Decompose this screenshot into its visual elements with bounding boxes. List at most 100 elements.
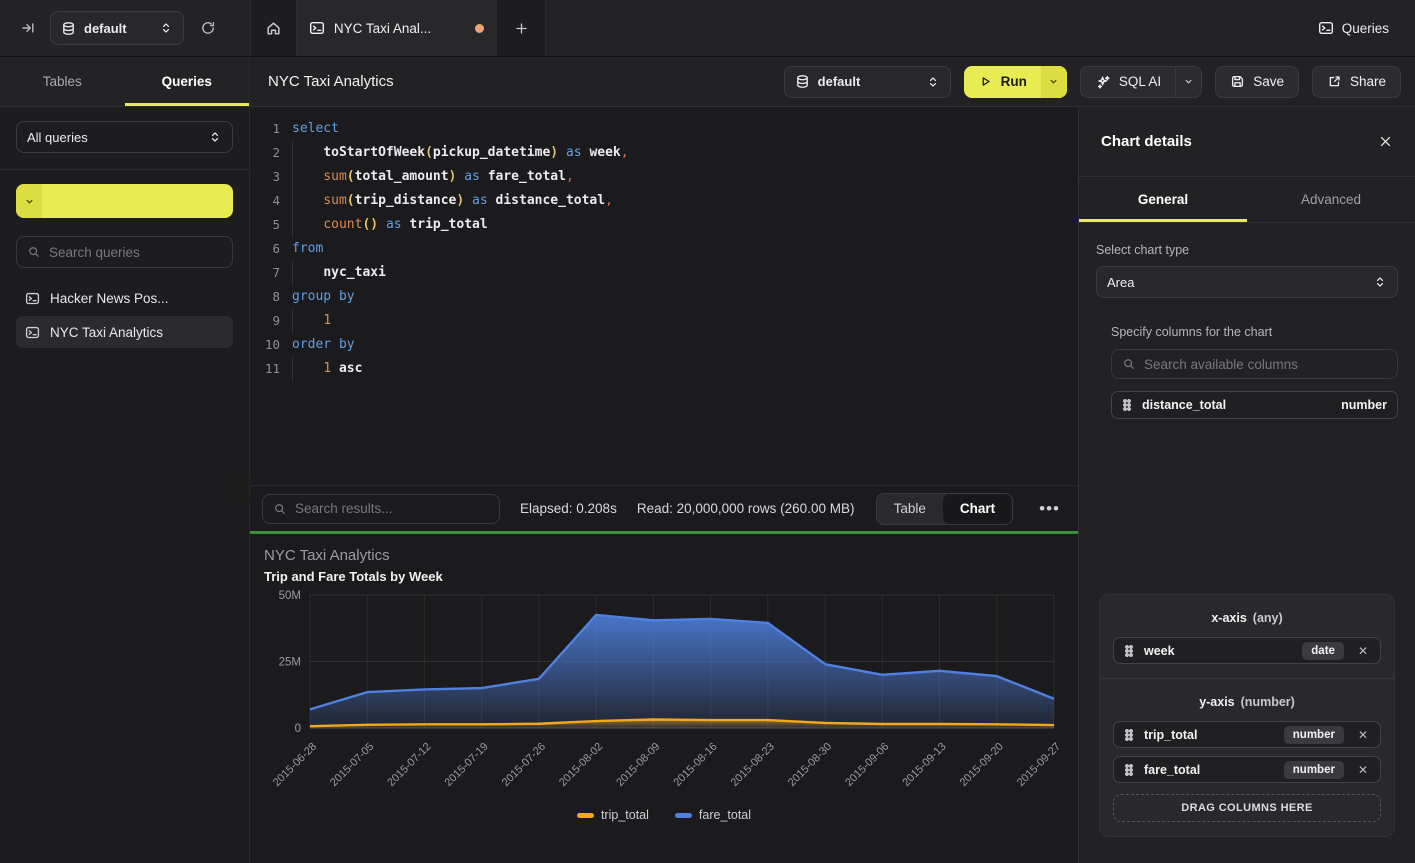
run-database-value: default <box>818 74 918 89</box>
read-stat: Read: 20,000,000 rows (260.00 MB) <box>637 501 855 516</box>
sidebar-tab-queries[interactable]: Queries <box>125 57 250 106</box>
run-menu-button[interactable] <box>1041 66 1067 98</box>
x-tick-label: 2015-07-26 <box>500 741 548 789</box>
chart-panel: NYC Taxi Analytics Trip and Fare Totals … <box>250 534 1078 863</box>
x-tick-label: 2015-08-30 <box>786 741 834 789</box>
available-column-distance-total[interactable]: distance_total number <box>1111 391 1398 419</box>
code-line[interactable]: 4 sum(trip_distance) as distance_total, <box>250 189 1078 213</box>
query-list-item-nyc-taxi[interactable]: NYC Taxi Analytics <box>16 316 233 348</box>
sparkles-icon <box>1095 74 1111 90</box>
search-queries-input[interactable] <box>49 245 222 260</box>
sidebar: Tables Queries All queries New query <box>0 57 250 863</box>
code-line[interactable]: 2 toStartOfWeek(pickup_datetime) as week… <box>250 141 1078 165</box>
code-line[interactable]: 3 sum(total_amount) as fare_total, <box>250 165 1078 189</box>
plus-icon <box>514 21 529 36</box>
sql-ai-button[interactable]: SQL AI <box>1080 66 1202 98</box>
search-columns-input[interactable] <box>1144 357 1387 372</box>
y-axis-heading: y-axis(number) <box>1113 695 1381 709</box>
sql-editor[interactable]: 1select2 toStartOfWeek(pickup_datetime) … <box>250 107 1078 485</box>
run-database-selector[interactable]: default <box>784 66 951 98</box>
code-line[interactable]: 5 count() as trip_total <box>250 213 1078 237</box>
chart-canvas-holder: 025M50M2015-06-282015-07-052015-07-12201… <box>250 534 1078 805</box>
drag-handle-icon <box>1124 728 1134 742</box>
x-tick-label: 2015-09-27 <box>1015 741 1063 789</box>
topbar-database-selector[interactable]: default <box>50 11 184 45</box>
chart-type-label: Select chart type <box>1096 243 1398 257</box>
line-number: 5 <box>250 213 280 237</box>
search-queries-field[interactable] <box>16 236 233 268</box>
legend-item-trip_total[interactable]: trip_total <box>577 808 649 822</box>
code-line[interactable]: 7 nyc_taxi <box>250 261 1078 285</box>
search-columns-field[interactable] <box>1111 349 1398 379</box>
code-line[interactable]: 6from <box>250 237 1078 261</box>
drag-handle-icon <box>1124 644 1134 658</box>
tab-advanced[interactable]: Advanced <box>1247 177 1415 222</box>
code-line[interactable]: 1select <box>250 117 1078 141</box>
code-line[interactable]: 9 1 <box>250 309 1078 333</box>
code-text: sum(total_amount) as fare_total, <box>280 165 574 189</box>
column-type-badge: date <box>1302 642 1344 660</box>
queries-shortcut[interactable]: Queries <box>1318 20 1389 36</box>
x-tick-label: 2015-06-28 <box>271 741 319 789</box>
y-axis-accepts: (number) <box>1241 695 1295 709</box>
query-list: Hacker News Pos... NYC Taxi Analytics <box>16 282 233 348</box>
sidebar-divider <box>0 169 249 170</box>
axes-card: x-axis(any) week date ✕ y-axis(number) <box>1099 594 1395 837</box>
home-tab[interactable] <box>251 0 297 56</box>
save-button[interactable]: Save <box>1215 66 1299 98</box>
collapse-sidebar-button[interactable] <box>16 16 40 40</box>
database-icon <box>795 74 810 89</box>
query-filter-select[interactable]: All queries <box>16 121 233 153</box>
new-query-menu-button[interactable] <box>16 184 42 218</box>
code-text: 1 <box>280 309 331 333</box>
share-button[interactable]: Share <box>1312 66 1401 98</box>
line-number: 9 <box>250 309 280 333</box>
new-tab-button[interactable] <box>497 0 545 56</box>
code-line[interactable]: 11 1 asc <box>250 357 1078 381</box>
terminal-icon <box>25 291 40 306</box>
refresh-button[interactable] <box>196 16 220 40</box>
chart-type-value: Area <box>1107 275 1365 290</box>
x-tick-label: 2015-08-02 <box>557 741 605 789</box>
database-icon <box>61 21 76 36</box>
x-axis-label: x-axis <box>1211 611 1246 625</box>
sql-ai-menu-button[interactable] <box>1175 67 1201 97</box>
chart-legend: trip_total fare_total <box>250 808 1078 822</box>
remove-column-button[interactable]: ✕ <box>1354 642 1370 660</box>
results-more-button[interactable]: ••• <box>1033 499 1066 519</box>
code-text: toStartOfWeek(pickup_datetime) as week, <box>280 141 629 165</box>
search-results-field[interactable] <box>262 494 500 524</box>
query-list-item-hacker-news[interactable]: Hacker News Pos... <box>16 282 233 314</box>
view-toggle-table[interactable]: Table <box>877 494 943 524</box>
new-query-button[interactable]: New query <box>16 184 233 218</box>
sidebar-tab-tables[interactable]: Tables <box>0 57 125 106</box>
code-line[interactable]: 10order by <box>250 333 1078 357</box>
legend-item-fare_total[interactable]: fare_total <box>675 808 751 822</box>
topbar-database-value: default <box>84 21 151 36</box>
search-results-input[interactable] <box>295 501 489 516</box>
chart-type-select[interactable]: Area <box>1096 266 1398 298</box>
x-axis-column-week[interactable]: week date ✕ <box>1113 637 1381 664</box>
remove-column-button[interactable]: ✕ <box>1354 726 1370 744</box>
x-axis-heading: x-axis(any) <box>1113 611 1381 625</box>
y-axis-column-trip-total[interactable]: trip_total number ✕ <box>1113 721 1381 748</box>
drag-handle-icon <box>1124 763 1134 777</box>
line-number: 1 <box>250 117 280 141</box>
remove-column-button[interactable]: ✕ <box>1354 761 1370 779</box>
terminal-icon <box>1318 20 1334 36</box>
run-button[interactable]: Run <box>964 66 1067 98</box>
close-panel-button[interactable] <box>1378 134 1393 149</box>
y-axis-column-fare-total[interactable]: fare_total number ✕ <box>1113 756 1381 783</box>
code-line[interactable]: 8group by <box>250 285 1078 309</box>
y-tick-label: 50M <box>279 590 301 602</box>
x-tick-label: 2015-07-05 <box>328 741 376 789</box>
tab-general[interactable]: General <box>1079 177 1247 222</box>
refresh-icon <box>200 20 216 36</box>
tab-nyc-taxi-analytics[interactable]: NYC Taxi Anal... <box>297 0 497 56</box>
line-number: 3 <box>250 165 280 189</box>
chevron-up-down-icon <box>208 130 222 144</box>
chart-canvas[interactable]: 025M50M2015-06-282015-07-052015-07-12201… <box>250 534 1078 802</box>
drop-zone[interactable]: DRAG COLUMNS HERE <box>1113 794 1381 822</box>
line-number: 10 <box>250 333 280 357</box>
view-toggle-chart[interactable]: Chart <box>943 494 1012 524</box>
